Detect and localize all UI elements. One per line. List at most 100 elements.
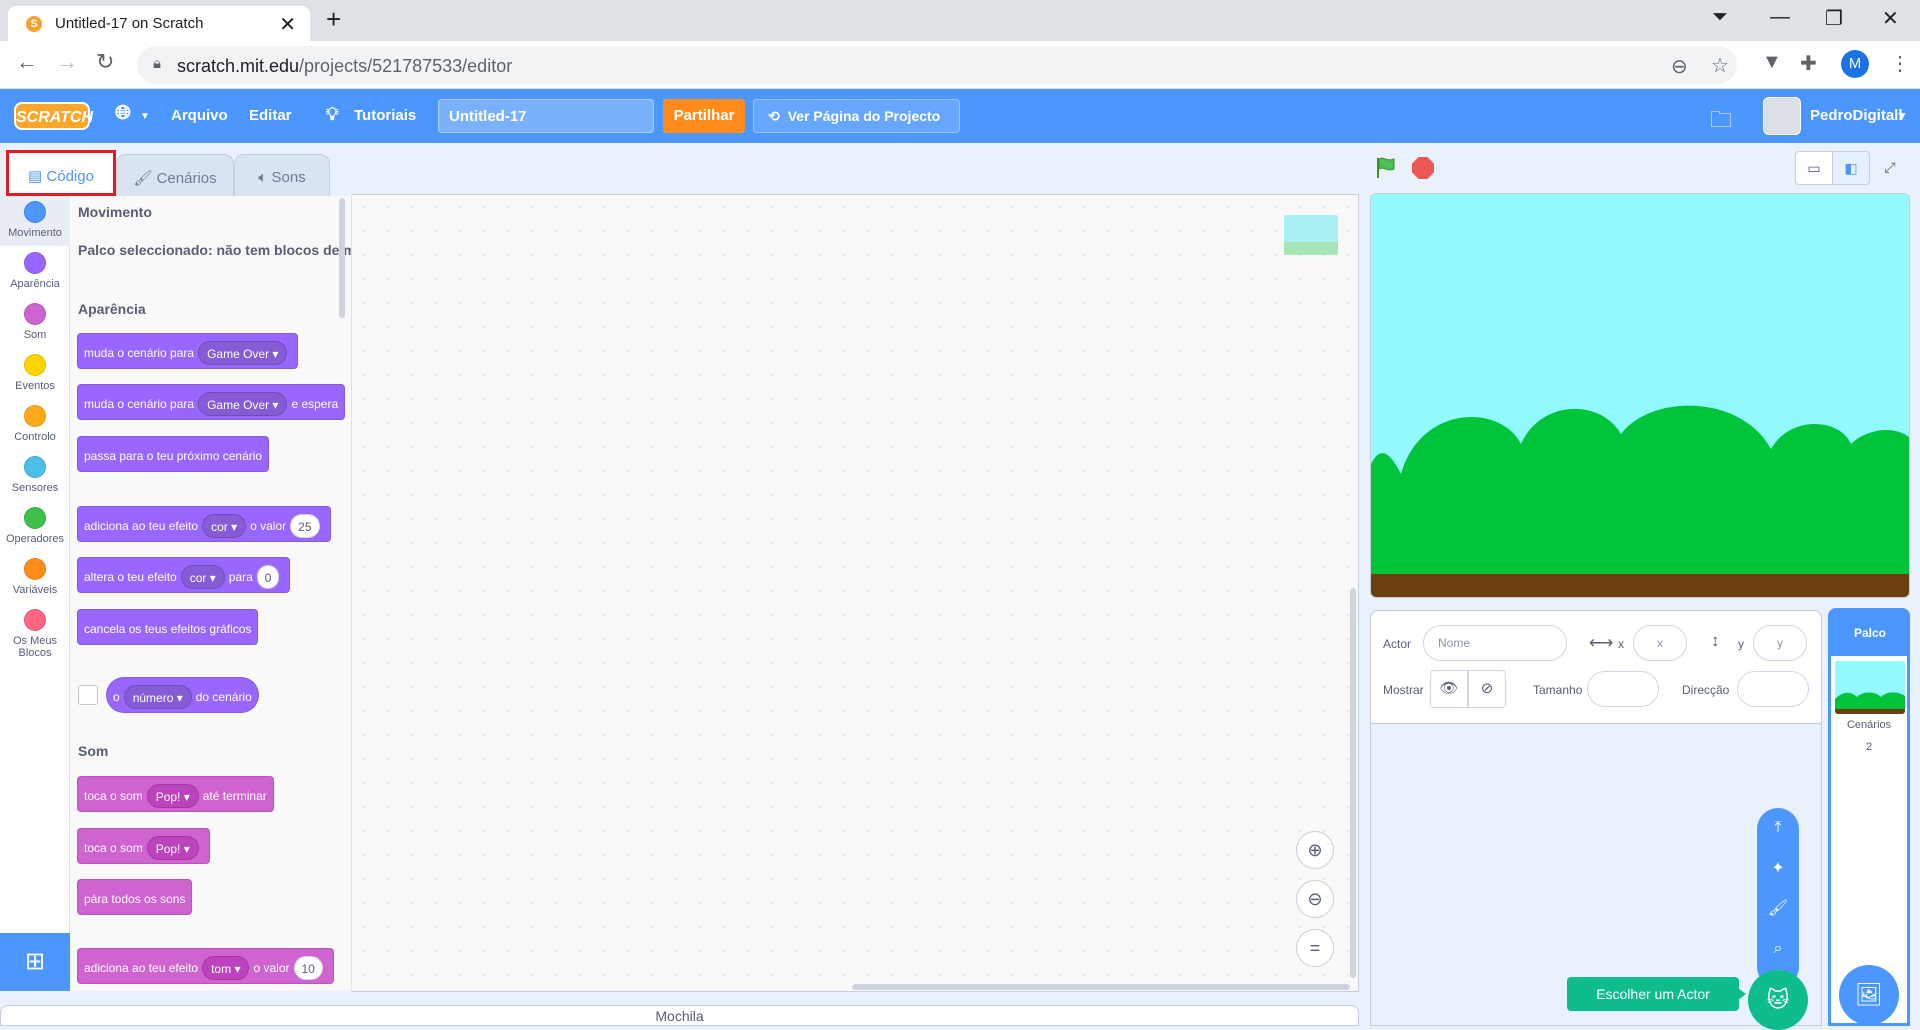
block-clear-effects[interactable]: cancela os teus efeitos gráficos [77,609,259,645]
backdrop-dropdown[interactable]: Game Over ▾ [198,391,288,416]
sound-effect-amount-input[interactable]: 10 [293,955,323,980]
category-9[interactable]: Os Meus Blocos [0,609,70,659]
menu-edit[interactable]: Editar [249,107,292,124]
project-title-input[interactable]: Untitled-17 [438,99,654,133]
tutorials-bulb-icon[interactable]: 💡︎ [326,104,339,125]
small-stage-icon[interactable]: ▭ [1795,151,1833,185]
sprite-name-input[interactable]: Nome [1423,625,1567,661]
see-project-page-button[interactable]: ⟲ Ver Página do Projecto [753,99,960,133]
forward-icon[interactable]: → [56,49,78,75]
menu-file[interactable]: Arquivo [171,107,228,124]
new-tab-icon[interactable]: + [326,4,341,35]
minimize-window-icon[interactable]: — [1770,6,1790,29]
script-area[interactable] [352,194,1359,992]
category-8[interactable]: Variáveis [0,558,70,596]
block-change-sound-effect[interactable]: adiciona ao teu efeito tom ▾ o valor 10 [77,948,334,984]
effect-dropdown[interactable]: cor ▾ [202,513,247,538]
restore-window-icon[interactable]: ❐ [1825,6,1843,31]
direction-input[interactable] [1737,671,1809,707]
address-bar[interactable]: 🔒︎ scratch.mit.edu/projects/521787533/ed… [137,46,1737,84]
tab-search-icon[interactable]: ⏷ [1712,6,1728,29]
block-switch-backdrop-and-wait[interactable]: muda o cenário para Game Over ▾ e espera [77,384,346,420]
zoom-out-button[interactable]: ⊖ [1296,880,1334,918]
category-6[interactable]: Sensores [0,456,70,494]
zoom-icon[interactable]: ⊖ [1671,54,1688,79]
category-3[interactable]: Som [0,303,70,341]
reload-icon[interactable]: ↻ [96,49,114,75]
zoom-in-button[interactable]: ⊕ [1296,831,1334,869]
see-project-icon: ⟲ [768,108,780,124]
palette-scrollbar[interactable] [339,198,345,318]
category-4[interactable]: Eventos [0,354,70,392]
sound-effect-dropdown[interactable]: tom ▾ [202,955,250,980]
script-area-horizontal-scrollbar[interactable] [852,984,1350,990]
close-tab-icon[interactable]: ✕ [279,12,296,37]
category-5[interactable]: Controlo [0,405,70,443]
block-next-backdrop[interactable]: passa para o teu próximo cenário [77,436,270,472]
category-color-dot [24,456,46,478]
extensions-puzzle-icon[interactable]: ✚ [1800,51,1817,76]
browser-menu-icon[interactable]: ⋮ [1890,51,1910,76]
effect-amount-input[interactable]: 25 [290,513,320,538]
block-stop-all-sounds[interactable]: pára todos os sons [77,879,193,915]
surprise-sprite-icon[interactable]: ✦ [1766,857,1790,881]
effect-value-input[interactable]: 0 [256,564,280,589]
close-window-icon[interactable]: ✕ [1882,6,1899,31]
backpack-bar[interactable]: Mochila [0,1005,1359,1026]
backdrop-dropdown[interactable]: Game Over ▾ [198,340,288,365]
reporter-backdrop-number[interactable]: o número ▾ do cenário [106,677,259,713]
username[interactable]: PedroDigitall [1810,107,1903,124]
add-extension-button[interactable]: ⊞ [0,933,70,991]
stop-icon[interactable] [1412,157,1434,179]
large-stage-icon[interactable]: ◧ [1832,151,1870,185]
browser-tab-title: Untitled-17 on Scratch [55,15,204,32]
palette-heading-sound: Som [78,743,109,759]
show-reporter-checkbox[interactable] [78,685,98,705]
category-7[interactable]: Operadores [0,507,70,545]
language-chevron-icon[interactable]: ▼ [140,111,150,122]
menu-tutorials[interactable]: Tutoriais [354,107,416,124]
url-text: scratch.mit.edu/projects/521787533/edito… [177,56,513,76]
tab-sounds[interactable]: 🔈︎ Sons [234,154,330,196]
effect-dropdown[interactable]: cor ▾ [180,564,225,589]
back-icon[interactable]: ← [16,49,38,75]
script-area-vertical-scrollbar[interactable] [1350,588,1356,978]
category-2[interactable]: Aparência [0,252,70,290]
block-play-sound-until-done[interactable]: toca o som Pop! ▾ até terminar [77,776,274,812]
block-set-effect[interactable]: altera o teu efeito cor ▾ para 0 [77,557,291,593]
fullscreen-icon[interactable]: ⤢ [1871,151,1909,185]
category-color-dot [24,354,46,376]
block-start-sound[interactable]: toca o som Pop! ▾ [77,828,210,864]
show-sprite-eye-icon[interactable]: 👁︎ [1430,670,1468,708]
profile-avatar[interactable]: M [1841,50,1869,78]
size-input[interactable] [1587,671,1659,707]
bookmark-star-icon[interactable]: ☆ [1711,53,1729,78]
share-button[interactable]: Partilhar [663,99,745,133]
y-input[interactable]: y [1753,625,1807,661]
x-input[interactable]: x [1633,625,1687,661]
block-change-effect[interactable]: adiciona ao teu efeito cor ▾ o valor 25 [77,506,331,542]
green-flag-icon[interactable] [1374,156,1398,180]
backdrop-property-dropdown[interactable]: número ▾ [123,684,192,709]
block-switch-backdrop[interactable]: muda o cenário para Game Over ▾ [77,333,299,369]
hide-sprite-eye-slash-icon[interactable]: ⊘ [1468,670,1506,708]
tab-costumes[interactable]: 🖌︎ Cenários [116,154,234,196]
browser-tab[interactable]: S Untitled-17 on Scratch ✕ [8,6,310,41]
tab-code[interactable]: ▤ Código [6,150,116,196]
choose-backdrop-button[interactable]: 🖼︎ [1839,965,1899,1025]
search-sprite-icon[interactable]: ⌕ [1766,937,1790,961]
zoom-reset-button[interactable]: = [1296,929,1334,967]
choose-sprite-button[interactable]: 🐱︎ [1748,970,1808,1030]
extension-filter-icon[interactable]: ▼ [1762,51,1782,74]
sound-dropdown[interactable]: Pop! ▾ [146,783,199,808]
sound-dropdown[interactable]: Pop! ▾ [146,835,199,860]
scratch-logo[interactable]: SCRATCH [14,102,93,130]
language-globe-icon[interactable]: 🌐︎ [115,102,131,125]
upload-sprite-icon[interactable]: ⤒ [1766,816,1790,840]
account-chevron-icon[interactable]: ▼ [1896,109,1908,123]
user-avatar[interactable] [1763,97,1801,135]
my-stuff-folder-icon[interactable]: 🗀 [1710,103,1732,141]
category-1[interactable]: Movimento [0,201,70,239]
paint-sprite-icon[interactable]: 🖌︎ [1766,897,1790,921]
stage-canvas[interactable] [1370,193,1910,598]
